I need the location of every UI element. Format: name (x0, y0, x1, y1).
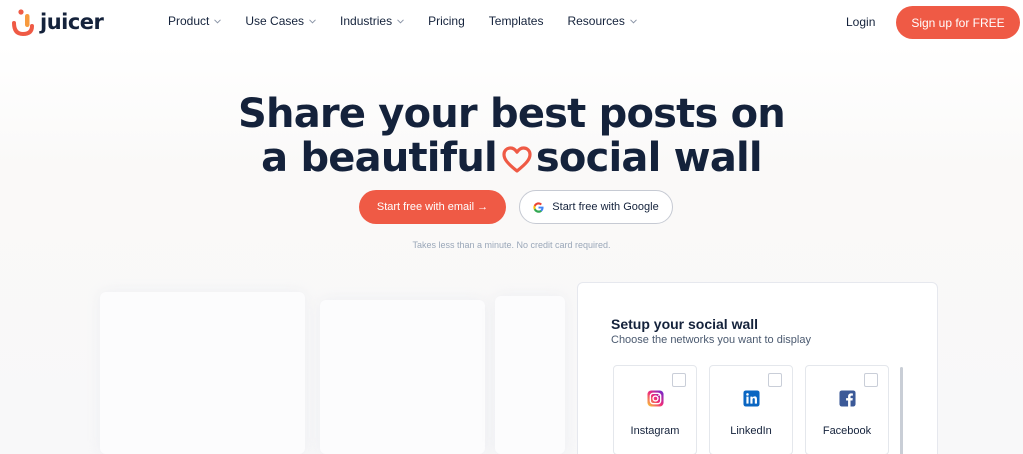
nav-item-use-cases[interactable]: Use Cases (245, 14, 316, 28)
preview-placeholder (320, 300, 485, 454)
nav-item-label: Pricing (428, 14, 465, 28)
nav-item-resources[interactable]: Resources (567, 14, 637, 28)
network-label: LinkedIn (730, 425, 772, 437)
nav-item-label: Resources (567, 14, 625, 28)
juicer-logo[interactable]: juicer (12, 8, 104, 36)
network-option-facebook[interactable]: Facebook (805, 365, 889, 454)
nav-item-pricing[interactable]: Pricing (428, 14, 465, 28)
network-option-instagram[interactable]: Instagram (613, 365, 697, 454)
instagram-icon (647, 390, 664, 407)
juicer-logo-icon (12, 9, 34, 36)
card-title: Setup your social wall (611, 316, 759, 332)
card-subtitle: Choose the networks you want to display (611, 334, 811, 346)
google-button-label: Start free with Google (552, 201, 659, 213)
headline-line-2-end: social wall (535, 135, 763, 181)
nav-item-product[interactable]: Product (168, 14, 222, 28)
nav-item-industries[interactable]: Industries (340, 14, 404, 28)
chevron-down-icon (214, 18, 222, 24)
google-icon (533, 201, 544, 213)
network-label: Facebook (822, 425, 872, 437)
setup-social-wall-card: Setup your social wall Choose the networ… (577, 282, 938, 454)
start-free-email-button[interactable]: Start free with email → (359, 190, 506, 224)
nav-item-label: Industries (340, 14, 393, 28)
card-scrollbar[interactable] (900, 367, 903, 454)
facebook-icon (839, 390, 856, 407)
start-free-google-button[interactable]: Start free with Google (519, 190, 673, 224)
linkedin-icon (743, 390, 760, 407)
network-option-linkedin[interactable]: LinkedIn (709, 365, 793, 454)
linkedin-checkbox[interactable] (768, 373, 782, 387)
headline-line-2-start: a beautiful (261, 135, 498, 181)
headline-line-2: a beautiful social wall (0, 136, 1023, 180)
heart-icon (502, 146, 532, 173)
top-navbar: juicer Product Use Cases Industries Pric… (0, 0, 1023, 44)
main-menu: Product Use Cases Industries Pricing Tem… (168, 14, 661, 28)
nav-item-templates[interactable]: Templates (489, 14, 544, 28)
hero-headline: Share your best posts on a beautiful soci… (0, 92, 1023, 180)
signup-button[interactable]: Sign up for FREE (896, 6, 1020, 39)
facebook-checkbox[interactable] (864, 373, 878, 387)
fine-print: Takes less than a minute. No credit card… (412, 240, 611, 250)
chevron-down-icon (397, 18, 404, 24)
network-label: Instagram (630, 425, 680, 437)
chevron-down-icon (309, 18, 316, 24)
brand-name: juicer (40, 10, 104, 34)
preview-placeholder (495, 296, 565, 454)
instagram-checkbox[interactable] (672, 373, 686, 387)
nav-item-label: Templates (488, 14, 544, 28)
headline-line-1: Share your best posts on (238, 91, 786, 137)
nav-item-label: Use Cases (245, 14, 305, 28)
nav-item-label: Product (168, 14, 210, 28)
login-link[interactable]: Login (846, 15, 875, 29)
preview-placeholder (100, 292, 305, 454)
chevron-down-icon (629, 18, 637, 24)
